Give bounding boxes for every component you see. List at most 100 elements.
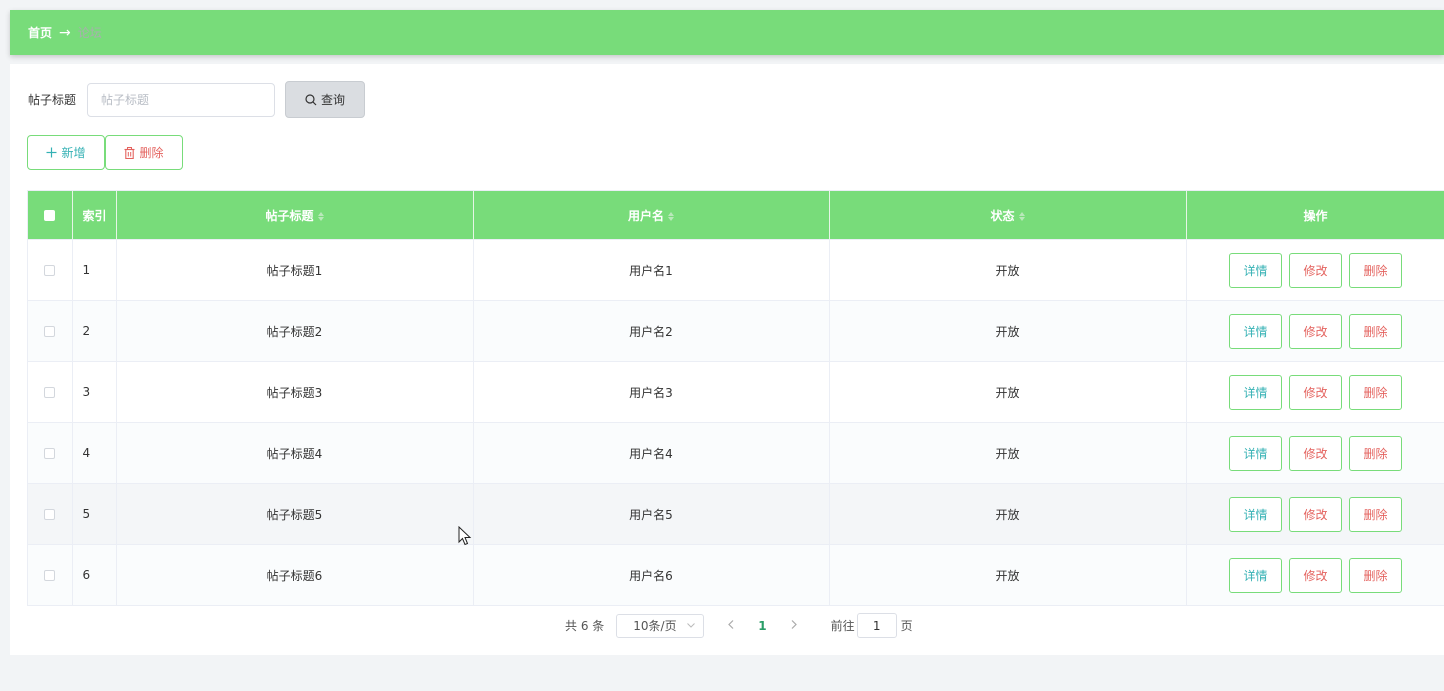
row-status: 开放	[829, 300, 1187, 362]
edit-button[interactable]: 修改	[1289, 313, 1342, 349]
query-button-label: 查询	[320, 93, 345, 107]
search-bar: 帖子标题 查询	[28, 81, 365, 118]
delete-button[interactable]: 删除	[1349, 496, 1402, 532]
row-checkbox[interactable]	[44, 326, 56, 337]
row-checkbox[interactable]	[44, 265, 56, 276]
table-row: 2 帖子标题2 用户名2 开放 详情 修改 删除	[28, 300, 1444, 362]
header-status-label: 状态	[990, 208, 1015, 223]
chevron-left-icon	[728, 620, 734, 629]
page-size-value: 10条/页	[633, 619, 677, 633]
edit-button[interactable]: 修改	[1289, 435, 1342, 471]
row-username: 用户名3	[473, 361, 830, 423]
detail-button[interactable]: 详情	[1229, 313, 1282, 349]
row-index: 1	[72, 239, 117, 301]
detail-button[interactable]: 详情	[1229, 496, 1282, 532]
edit-button[interactable]: 修改	[1289, 557, 1342, 593]
bulk-delete-button[interactable]: 删除	[105, 135, 183, 170]
content-panel: 帖子标题 查询 新增 删除 索引 帖子标题	[10, 64, 1444, 655]
row-checkbox[interactable]	[44, 509, 56, 520]
header-index: 索引	[72, 191, 117, 240]
search-label: 帖子标题	[28, 93, 77, 107]
breadcrumb-current: 论坛	[77, 26, 102, 40]
row-title: 帖子标题4	[116, 422, 474, 484]
row-actions: 详情 修改 删除	[1187, 252, 1444, 288]
row-status: 开放	[829, 239, 1187, 301]
top-bar: 首页 → 论坛	[10, 10, 1444, 55]
page-suffix: 页	[900, 619, 913, 633]
breadcrumb-home[interactable]: 首页	[28, 24, 52, 41]
row-index: 2	[72, 300, 117, 362]
edit-button[interactable]: 修改	[1289, 252, 1342, 288]
delete-button[interactable]: 删除	[1349, 252, 1402, 288]
row-title: 帖子标题1	[116, 239, 474, 301]
row-username: 用户名2	[473, 300, 830, 362]
row-title: 帖子标题5	[116, 483, 474, 545]
add-button[interactable]: 新增	[27, 135, 105, 170]
search-input[interactable]	[87, 82, 275, 117]
page-size-select[interactable]: 10条/页	[616, 613, 705, 638]
query-button[interactable]: 查询	[285, 81, 365, 118]
header-select-all[interactable]	[28, 191, 73, 240]
bulk-delete-button-label: 删除	[139, 146, 164, 160]
sort-caret-icon[interactable]	[1018, 211, 1025, 221]
select-all-checkbox[interactable]	[44, 210, 56, 221]
row-index: 3	[72, 361, 117, 423]
header-username[interactable]: 用户名	[473, 191, 830, 240]
delete-button[interactable]: 删除	[1349, 557, 1402, 593]
row-status: 开放	[829, 361, 1187, 423]
row-status: 开放	[829, 422, 1187, 484]
header-ops: 操作	[1186, 191, 1444, 240]
table-row: 6 帖子标题6 用户名6 开放 详情 修改 删除	[28, 544, 1444, 605]
delete-button[interactable]: 删除	[1349, 435, 1402, 471]
header-status[interactable]: 状态	[829, 191, 1187, 240]
row-status: 开放	[829, 483, 1187, 545]
row-index: 5	[72, 483, 117, 545]
breadcrumb: 首页 → 论坛	[28, 24, 102, 41]
delete-button[interactable]: 删除	[1349, 374, 1402, 410]
row-checkbox[interactable]	[44, 448, 56, 459]
header-title[interactable]: 帖子标题	[116, 191, 474, 240]
pagination: 共 6 条 10条/页 1 前往 页	[565, 613, 913, 638]
row-actions: 详情 修改 删除	[1187, 496, 1444, 532]
row-title: 帖子标题2	[116, 300, 474, 362]
row-actions: 详情 修改 删除	[1187, 557, 1444, 593]
row-username: 用户名1	[473, 239, 830, 301]
table-row: 5 帖子标题5 用户名5 开放 详情 修改 删除	[28, 483, 1444, 545]
mouse-pointer-icon	[458, 526, 472, 546]
table-header-row: 索引 帖子标题 用户名 状态 操作	[28, 191, 1444, 240]
row-index: 6	[72, 544, 117, 605]
table-row: 1 帖子标题1 用户名1 开放 详情 修改 删除	[28, 239, 1444, 301]
current-page[interactable]: 1	[758, 619, 766, 633]
edit-button[interactable]: 修改	[1289, 496, 1342, 532]
row-title: 帖子标题3	[116, 361, 474, 423]
goto-label: 前往	[830, 619, 855, 633]
pagination-total: 共 6 条	[565, 619, 605, 633]
row-actions: 详情 修改 删除	[1187, 374, 1444, 410]
plus-icon	[46, 147, 57, 158]
detail-button[interactable]: 详情	[1229, 374, 1282, 410]
chevron-right-icon	[791, 620, 797, 629]
sort-caret-icon[interactable]	[317, 211, 324, 221]
delete-button[interactable]: 删除	[1349, 313, 1402, 349]
row-status: 开放	[829, 544, 1187, 605]
header-title-label: 帖子标题	[265, 208, 314, 223]
edit-button[interactable]: 修改	[1289, 374, 1342, 410]
header-username-label: 用户名	[627, 208, 664, 223]
detail-button[interactable]: 详情	[1229, 252, 1282, 288]
add-button-label: 新增	[61, 146, 86, 160]
action-bar: 新增 删除	[27, 135, 183, 170]
next-page-button[interactable]	[791, 618, 797, 633]
trash-icon	[124, 146, 135, 159]
row-checkbox[interactable]	[44, 570, 56, 581]
table-row: 4 帖子标题4 用户名4 开放 详情 修改 删除	[28, 422, 1444, 484]
prev-page-button[interactable]	[728, 618, 734, 633]
detail-button[interactable]: 详情	[1229, 435, 1282, 471]
detail-button[interactable]: 详情	[1229, 557, 1282, 593]
row-username: 用户名4	[473, 422, 830, 484]
search-icon	[305, 93, 317, 105]
goto-page-input[interactable]	[856, 613, 897, 638]
sort-caret-icon[interactable]	[668, 211, 674, 221]
row-checkbox[interactable]	[44, 387, 56, 398]
row-actions: 详情 修改 删除	[1187, 313, 1444, 349]
row-actions: 详情 修改 删除	[1187, 435, 1444, 471]
